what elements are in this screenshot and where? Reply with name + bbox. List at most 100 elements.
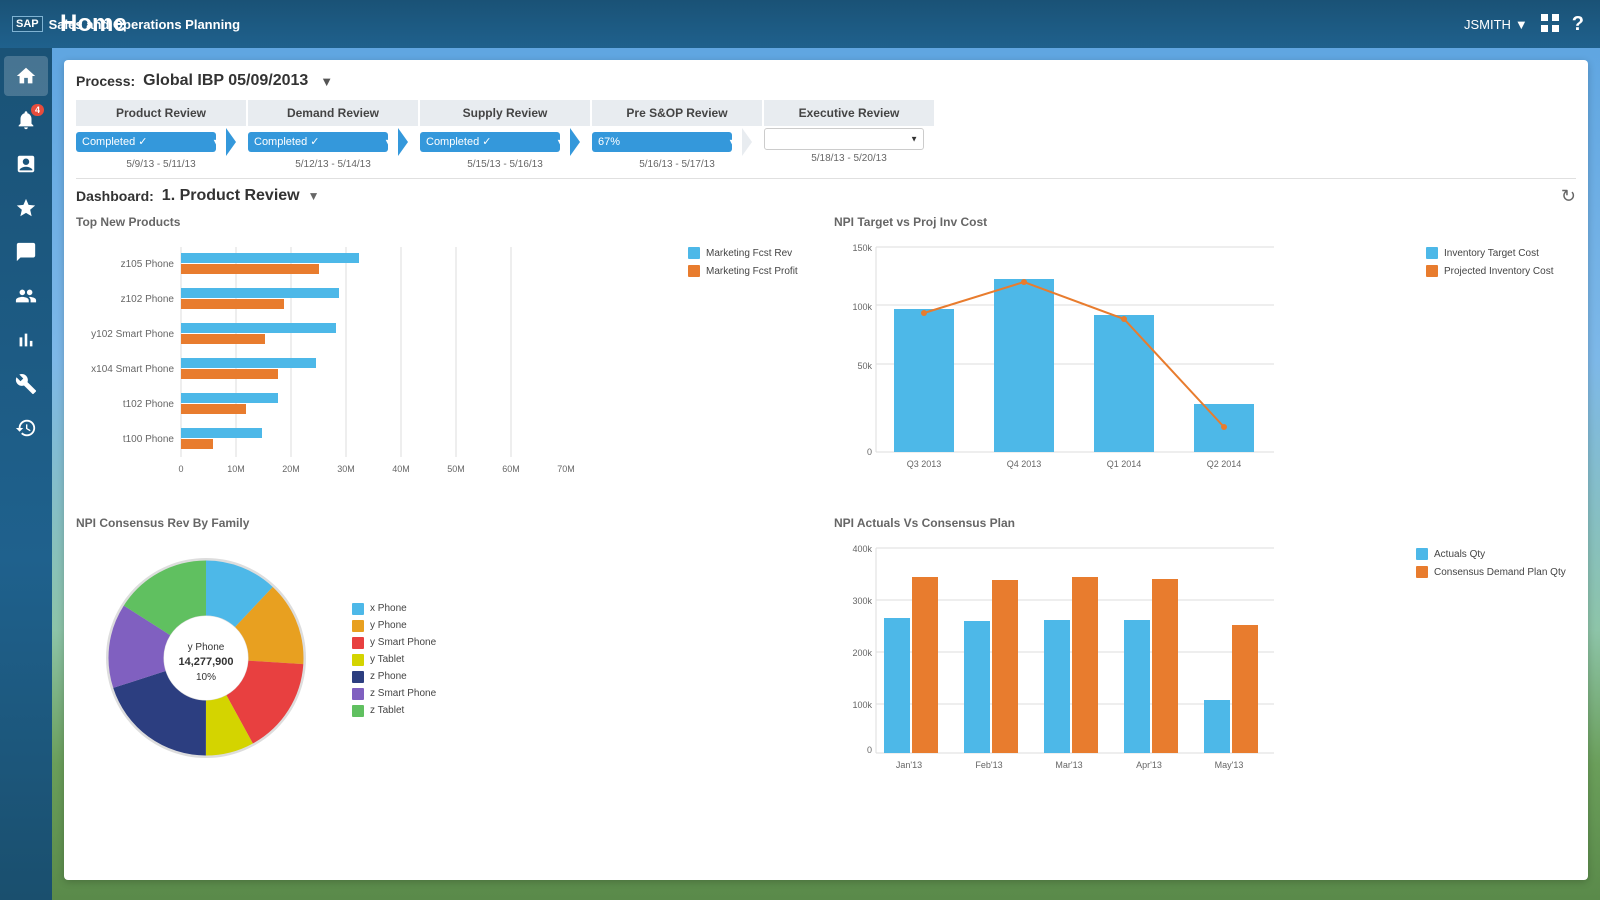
- npi-target-title: NPI Target vs Proj Inv Cost: [834, 215, 1576, 229]
- topbar-right: JSMITH ▼ ?: [1464, 0, 1584, 48]
- svg-text:20M: 20M: [282, 464, 300, 474]
- step-status-presop[interactable]: 67%: [592, 132, 732, 152]
- step-title-product: Product Review: [76, 100, 246, 126]
- pie-legend: x Phone y Phone y Smart Phone y Tab: [352, 603, 436, 717]
- pie-chart-svg: y Phone 14,277,900 10%: [76, 538, 336, 778]
- top-products-bars: z105 Phone z102 Phone y102 Smart Phone x…: [76, 237, 676, 500]
- pie-legend-ztablet: z Tablet: [352, 705, 436, 717]
- svg-text:Mar'13: Mar'13: [1055, 760, 1082, 770]
- svg-text:May'13: May'13: [1215, 760, 1244, 770]
- top-products-legend: Marketing Fcst Rev Marketing Fcst Profit: [688, 237, 818, 500]
- svg-text:t100 Phone: t100 Phone: [123, 434, 175, 445]
- process-name: Global IBP 05/09/2013: [143, 72, 308, 90]
- step-date-product: 5/9/13 - 5/11/13: [126, 159, 195, 170]
- process-steps: Product Review Completed ✓ 5/9/13 - 5/11…: [76, 100, 1576, 170]
- process-dropdown[interactable]: ▼: [320, 74, 333, 89]
- step-date-presop: 5/16/13 - 5/17/13: [639, 159, 715, 170]
- svg-text:0: 0: [867, 745, 872, 755]
- step-status-supply[interactable]: Completed ✓: [420, 132, 560, 152]
- step-title-demand: Demand Review: [248, 100, 418, 126]
- process-header: Process: Global IBP 05/09/2013 ▼: [76, 72, 1576, 90]
- user-menu[interactable]: JSMITH ▼: [1464, 17, 1528, 32]
- legend-mfp-label: Marketing Fcst Profit: [706, 266, 798, 277]
- step-demand-review: Demand Review Completed ✓ 5/12/13 - 5/14…: [248, 100, 418, 170]
- grid-icon[interactable]: [1540, 13, 1560, 36]
- svg-text:y102 Smart Phone: y102 Smart Phone: [91, 329, 174, 340]
- step-title-presop: Pre S&OP Review: [592, 100, 762, 126]
- charts-grid: Top New Products z105 Phone z102 Phone y…: [76, 215, 1576, 801]
- dashboard-name: 1. Product Review: [162, 187, 300, 205]
- npi-consensus-chart: NPI Consensus Rev By Family: [76, 516, 818, 801]
- step-date-demand: 5/12/13 - 5/14/13: [295, 159, 371, 170]
- pie-legend-ytablet: y Tablet: [352, 654, 436, 666]
- svg-text:10%: 10%: [196, 672, 216, 683]
- pie-legend-zphone: z Phone: [352, 671, 436, 683]
- sidebar-item-tasks[interactable]: [4, 144, 48, 184]
- legend-itc: Inventory Target Cost: [1426, 247, 1576, 259]
- main-content: Process: Global IBP 05/09/2013 ▼ Product…: [52, 48, 1600, 900]
- step-status-product[interactable]: Completed ✓: [76, 132, 216, 152]
- pie-chart-wrap: y Phone 14,277,900 10%: [76, 538, 336, 781]
- npi-actuals-content: 400k 300k 200k 100k 0: [834, 538, 1576, 801]
- pie-legend-ysmartphone: y Smart Phone: [352, 637, 436, 649]
- sidebar-item-history[interactable]: [4, 408, 48, 448]
- dashboard-dropdown[interactable]: ▼: [308, 189, 320, 203]
- npi-target-svg: 150k 100k 50k 0: [834, 237, 1314, 497]
- help-icon[interactable]: ?: [1572, 13, 1584, 36]
- svg-text:300k: 300k: [852, 596, 872, 606]
- main-card: Process: Global IBP 05/09/2013 ▼ Product…: [64, 60, 1588, 880]
- npi-actuals-title: NPI Actuals Vs Consensus Plan: [834, 516, 1576, 530]
- step-title-executive: Executive Review: [764, 100, 934, 126]
- legend-pic: Projected Inventory Cost: [1426, 265, 1576, 277]
- svg-text:Apr'13: Apr'13: [1136, 760, 1162, 770]
- refresh-btn[interactable]: ↻: [1561, 186, 1576, 207]
- sidebar-item-tools[interactable]: [4, 364, 48, 404]
- pie-legend-xphone: x Phone: [352, 603, 436, 615]
- step-product-review: Product Review Completed ✓ 5/9/13 - 5/11…: [76, 100, 246, 170]
- npi-actuals-legend: Actuals Qty Consensus Demand Plan Qty: [1416, 538, 1576, 801]
- top-products-title: Top New Products: [76, 215, 818, 229]
- svg-text:Q1 2014: Q1 2014: [1107, 459, 1142, 469]
- svg-text:y Phone: y Phone: [188, 642, 225, 653]
- svg-text:50M: 50M: [447, 464, 465, 474]
- npi-actuals-svg: 400k 300k 200k 100k 0: [834, 538, 1294, 798]
- home-heading: Home: [60, 10, 127, 38]
- npi-target-content: 150k 100k 50k 0: [834, 237, 1576, 500]
- sidebar: 4: [0, 48, 52, 900]
- svg-text:14,277,900: 14,277,900: [178, 656, 233, 668]
- sidebar-item-chat[interactable]: [4, 232, 48, 272]
- topbar: SAP Sales and Operations Planning Home J…: [0, 0, 1600, 48]
- legend-pic-label: Projected Inventory Cost: [1444, 266, 1554, 277]
- sidebar-item-alerts[interactable]: 4: [4, 100, 48, 140]
- step-date-executive: 5/18/13 - 5/20/13: [811, 153, 887, 164]
- legend-itc-label: Inventory Target Cost: [1444, 248, 1539, 259]
- legend-pic-color: [1426, 265, 1438, 277]
- step-executive-review: Executive Review 5/18/13 - 5/20/13: [764, 100, 934, 164]
- svg-text:40M: 40M: [392, 464, 410, 474]
- npi-actuals-viz: 400k 300k 200k 100k 0: [834, 538, 1408, 801]
- step-status-executive[interactable]: [764, 128, 924, 150]
- svg-text:30M: 30M: [337, 464, 355, 474]
- npi-consensus-title: NPI Consensus Rev By Family: [76, 516, 818, 530]
- svg-text:Feb'13: Feb'13: [975, 760, 1002, 770]
- svg-text:Q3 2013: Q3 2013: [907, 459, 942, 469]
- svg-text:z105 Phone: z105 Phone: [121, 259, 175, 270]
- svg-text:t102 Phone: t102 Phone: [123, 399, 175, 410]
- pie-legend-yphone: y Phone: [352, 620, 436, 632]
- npi-target-legend: Inventory Target Cost Projected Inventor…: [1426, 237, 1576, 500]
- legend-mfr: Marketing Fcst Rev: [688, 247, 818, 259]
- step-status-demand[interactable]: Completed ✓: [248, 132, 388, 152]
- svg-text:0: 0: [867, 447, 872, 457]
- pie-legend-zsmartphone: z Smart Phone: [352, 688, 436, 700]
- sidebar-item-charts[interactable]: [4, 320, 48, 360]
- sidebar-item-people[interactable]: [4, 276, 48, 316]
- svg-text:100k: 100k: [852, 302, 872, 312]
- svg-text:0: 0: [178, 464, 183, 474]
- svg-text:200k: 200k: [852, 648, 872, 658]
- svg-text:Q4 2013: Q4 2013: [1007, 459, 1042, 469]
- sidebar-item-favorites[interactable]: [4, 188, 48, 228]
- svg-text:x104 Smart Phone: x104 Smart Phone: [91, 364, 174, 375]
- svg-text:150k: 150k: [852, 243, 872, 253]
- sidebar-item-home[interactable]: [4, 56, 48, 96]
- sap-logo: SAP: [12, 16, 43, 32]
